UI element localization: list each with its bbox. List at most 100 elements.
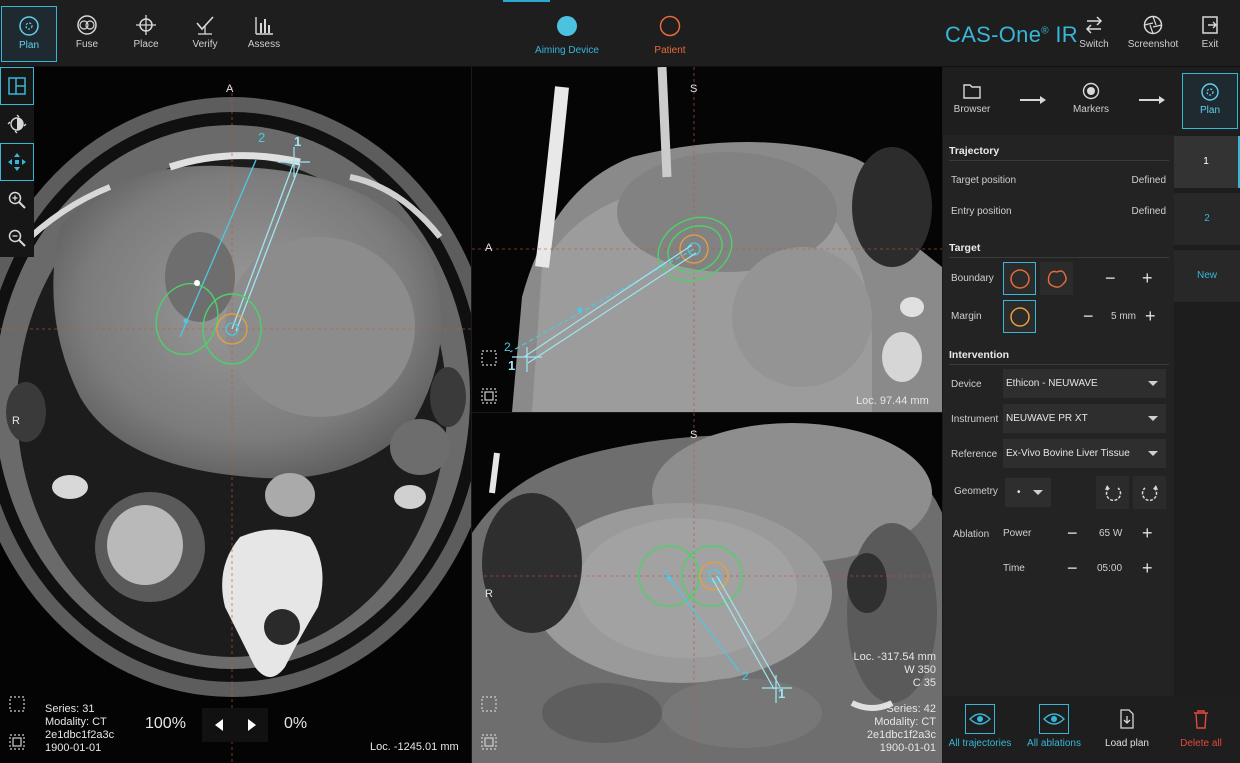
geometry-select[interactable]: • xyxy=(1005,478,1051,507)
freeform-shape-icon xyxy=(1047,269,1067,288)
load-plan-button[interactable]: Load plan xyxy=(1091,704,1163,749)
rotate-left-button[interactable] xyxy=(1096,476,1129,509)
device-label: Device xyxy=(951,379,982,390)
plan-tab-2[interactable]: 2 xyxy=(1174,193,1240,245)
patient-indicator-icon xyxy=(659,15,681,37)
aiming-device-status[interactable]: Aiming Device xyxy=(530,12,604,56)
switch-label: Switch xyxy=(1079,39,1109,50)
tool-verify-label: Verify xyxy=(192,39,218,50)
instrument-select[interactable]: NEUWAVE PR XT xyxy=(1003,404,1166,433)
assess-icon xyxy=(255,17,273,35)
axial-layout-icon[interactable] xyxy=(8,733,26,751)
coronal-fullscreen-icon[interactable] xyxy=(480,695,498,713)
step-markers[interactable]: Markers xyxy=(1063,73,1119,129)
exit-icon xyxy=(1202,16,1218,34)
contrast-icon xyxy=(7,114,27,134)
verify-icon xyxy=(196,16,214,35)
screenshot-label: Screenshot xyxy=(1127,39,1179,50)
chevron-down-icon xyxy=(1148,381,1158,386)
tool-place[interactable]: Place xyxy=(118,6,174,62)
coronal-layout-icon[interactable] xyxy=(480,733,498,751)
coronal-viewport[interactable]: S R 2 1 Loc. -317.54 mm W 350 C 35 Serie… xyxy=(472,413,942,763)
margin-label: Margin xyxy=(951,311,982,322)
axial-dicom-info: Series: 31 Modality: CT 2e1dbc1f2a3c 190… xyxy=(45,703,114,755)
previous-arrow-icon[interactable] xyxy=(213,718,225,732)
target-position-label: Target position xyxy=(951,175,1017,186)
coronal-window: W 350 xyxy=(904,664,936,676)
time-minus-button[interactable]: − xyxy=(1067,559,1078,577)
sagittal-fullscreen-icon[interactable] xyxy=(480,349,498,367)
margin-plus-button[interactable]: + xyxy=(1145,307,1156,325)
window-level-tool[interactable] xyxy=(0,105,34,143)
switch-button[interactable]: Switch xyxy=(1066,6,1122,62)
patient-status[interactable]: Patient xyxy=(640,12,700,56)
workflow-steps: Browser Markers Plan xyxy=(943,67,1240,135)
sagittal-layout-icon[interactable] xyxy=(480,387,498,405)
zoom-in-tool[interactable] xyxy=(0,181,34,219)
delete-all-label: Delete all xyxy=(1180,738,1222,749)
step-markers-label: Markers xyxy=(1072,104,1110,115)
boundary-plus-button[interactable]: + xyxy=(1142,269,1153,287)
patient-label: Patient xyxy=(654,45,686,56)
brand-logo: CAS-One® IR xyxy=(945,22,1078,48)
coronal-modality: Modality: CT xyxy=(874,716,936,728)
rotate-right-button[interactable] xyxy=(1133,476,1166,509)
device-value: Ethicon - NEUWAVE xyxy=(1006,378,1098,389)
delete-all-button[interactable]: Delete all xyxy=(1165,704,1237,749)
boundary-sphere-button[interactable] xyxy=(1003,262,1036,295)
layout-tool[interactable] xyxy=(0,67,34,105)
entry-position-value: Defined xyxy=(1131,206,1166,217)
tool-fuse[interactable]: Fuse xyxy=(59,6,115,62)
aiming-device-label: Aiming Device xyxy=(535,45,599,56)
zoom-out-tool[interactable] xyxy=(0,219,34,257)
boundary-minus-button[interactable]: − xyxy=(1105,269,1116,287)
switch-icon xyxy=(1085,16,1103,34)
power-label: Power xyxy=(1003,528,1032,539)
tool-verify[interactable]: Verify xyxy=(177,6,233,62)
axial-fullscreen-icon[interactable] xyxy=(8,695,26,713)
pan-tool[interactable] xyxy=(0,143,34,181)
step-plan[interactable]: Plan xyxy=(1182,73,1238,129)
reference-select[interactable]: Ex-Vivo Bovine Liver Tissue xyxy=(1003,439,1166,468)
place-icon xyxy=(136,15,156,35)
step-browser-label: Browser xyxy=(953,104,991,115)
power-minus-button[interactable]: − xyxy=(1067,524,1078,542)
rotate-ccw-icon xyxy=(1104,484,1121,501)
power-value: 65 W xyxy=(1099,528,1123,539)
all-ablations-button[interactable]: All ablations xyxy=(1018,704,1090,749)
move-arrows-icon xyxy=(8,153,26,171)
margin-minus-button[interactable]: − xyxy=(1083,307,1094,325)
chevron-down-icon xyxy=(1033,490,1043,495)
tool-plan[interactable]: Plan xyxy=(1,6,57,62)
plan-tab-1[interactable]: 1 xyxy=(1174,136,1240,188)
top-toolbar: Plan Fuse Place Verify Assess Aiming Dev… xyxy=(0,0,1240,67)
power-plus-button[interactable]: + xyxy=(1142,524,1153,542)
axial-ct-image xyxy=(0,67,471,763)
margin-shape-button[interactable] xyxy=(1003,300,1036,333)
coronal-orientation-top: S xyxy=(690,429,698,441)
axial-viewport[interactable]: A R 2 1 Series: 31 Modality: CT 2e1dbc1f… xyxy=(0,67,471,763)
chevron-down-icon xyxy=(1148,451,1158,456)
exit-button[interactable]: Exit xyxy=(1182,6,1238,62)
time-plus-button[interactable]: + xyxy=(1142,559,1153,577)
active-indicator xyxy=(503,0,550,2)
next-arrow-icon[interactable] xyxy=(246,718,258,732)
device-select[interactable]: Ethicon - NEUWAVE xyxy=(1003,369,1166,398)
coronal-orientation-left: R xyxy=(485,588,493,600)
all-trajectories-label: All trajectories xyxy=(948,738,1012,749)
tool-assess-label: Assess xyxy=(247,39,281,50)
tool-assess[interactable]: Assess xyxy=(236,6,292,62)
trajectory-heading: Trajectory xyxy=(949,145,1169,161)
all-trajectories-button[interactable]: All trajectories xyxy=(944,704,1016,749)
new-plan-tab[interactable]: New xyxy=(1174,250,1240,302)
brand-name: CAS-One xyxy=(945,22,1042,47)
axial-orientation-left: R xyxy=(12,415,20,427)
screenshot-button[interactable]: Screenshot xyxy=(1124,6,1182,62)
boundary-freeform-button[interactable] xyxy=(1040,262,1073,295)
overlay-opacity: 0% xyxy=(284,715,308,732)
eye-icon xyxy=(1039,704,1069,734)
step-browser[interactable]: Browser xyxy=(944,73,1000,129)
zoom-out-icon xyxy=(8,229,26,247)
coronal-trajectory-2-label: 2 xyxy=(742,669,749,683)
sagittal-viewport[interactable]: S A 2 1 Loc. 97.44 mm xyxy=(472,67,942,412)
